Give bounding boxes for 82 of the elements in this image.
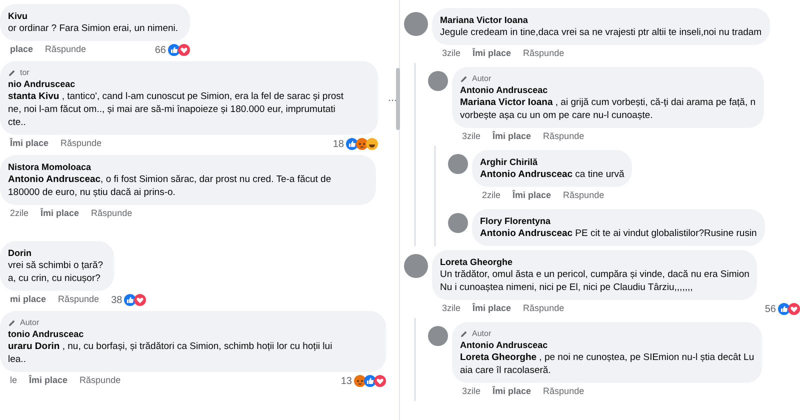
comment-text: lea..: [8, 353, 26, 366]
reaction-count[interactable]: 66: [154, 42, 166, 58]
like-button[interactable]: Îmi place: [492, 385, 532, 399]
comment-text: uraru Dorin , nu, cu borfași, și trădători ca Simion, schimb hoții lor cu hoții lui: [8, 340, 332, 353]
pencil-icon: [460, 330, 468, 338]
pencil-icon: [460, 74, 468, 82]
heart-reaction-icon: [178, 44, 190, 56]
comment-text: vorbește așa cu un om pe care nu-l cunoaște.: [460, 109, 653, 122]
commenter-name[interactable]: Antonio Andrusceac: [460, 84, 756, 96]
author-label: Autor: [20, 317, 40, 328]
reply-button[interactable]: Răspunde: [543, 130, 584, 144]
pencil-icon: [8, 318, 16, 326]
comment-time[interactable]: le: [10, 374, 18, 388]
reply-button[interactable]: Răspunde: [523, 302, 564, 316]
heart-reaction-icon: [134, 294, 146, 306]
reaction-count[interactable]: 18: [332, 136, 344, 152]
comment-time[interactable]: 3zile: [462, 130, 481, 144]
reply-button[interactable]: Răspunde: [91, 207, 132, 221]
commenter-name[interactable]: Dorin: [8, 247, 106, 259]
like-button[interactable]: Îmi place: [472, 302, 512, 316]
like-button[interactable]: Îmi place: [40, 207, 80, 221]
avatar[interactable]: [428, 326, 448, 346]
like-button[interactable]: Îmi place: [512, 189, 552, 203]
like-button[interactable]: Îmi place: [492, 130, 532, 144]
reply-button[interactable]: Răspunde: [45, 43, 86, 57]
laughing-reaction-icon: [366, 138, 378, 150]
like-button[interactable]: Îmi place: [10, 137, 49, 151]
author-label: Autor: [472, 328, 492, 339]
reply-button[interactable]: Răspunde: [58, 293, 100, 307]
avatar[interactable]: [404, 12, 428, 36]
comment-time[interactable]: 2zile: [10, 207, 29, 221]
comment-text: Jegule credeam in tine,daca vrei sa ne vrajesti ptr altii te inseli,noi nu tradam: [440, 26, 762, 39]
comment-time[interactable]: 2zile: [482, 189, 501, 203]
more-options[interactable]: ...: [388, 90, 398, 106]
avatar[interactable]: [428, 71, 448, 91]
like-button[interactable]: mi place: [10, 293, 46, 307]
reply-button[interactable]: Răspunde: [60, 137, 102, 151]
reaction-count[interactable]: 56: [764, 302, 776, 316]
comment-text: 180000 de euro, nu știu dacă ai prins-o.: [8, 186, 176, 199]
comment-text: vrei să schimbi o țară?: [8, 259, 104, 272]
comment-text: ne, noi l-am făcut om.., și mai are să-mi înapoieze și 180.000 eur, imprumutati: [8, 103, 336, 116]
commenter-name[interactable]: nio Andrusceac: [8, 78, 370, 90]
like-button[interactable]: Îmi place: [29, 374, 68, 388]
comment-text: Antonio Andrusceac ca tine urvă: [480, 168, 624, 181]
avatar[interactable]: [448, 154, 468, 174]
comment-text: a, cu crin, cu nicușor?: [8, 272, 100, 285]
commenter-name[interactable]: Arghir Chirilă: [480, 156, 624, 168]
like-button[interactable]: Îmi place: [472, 47, 512, 61]
comment-text: or ordinar ? Fara Simion erai, un nimeni.: [8, 22, 178, 35]
pencil-icon: [8, 68, 16, 76]
comment-text: Antonio Andrusceac PE cit te ai vindut globalistilor?Rusine rusin: [480, 227, 757, 240]
avatar[interactable]: [448, 213, 468, 233]
comment-text: Un trădător, omul ăsta e un pericol, cumpăra și vinde, dacă nu era Simion: [440, 268, 750, 281]
comment-text: Antonio Andrusceac, o fi fost Simion sărac, dar prost nu cred. Te-a făcut de: [8, 173, 332, 186]
author-label: Autor: [472, 73, 492, 84]
avatar[interactable]: [404, 254, 428, 278]
reaction-count[interactable]: 13: [340, 374, 352, 388]
like-button[interactable]: place: [10, 43, 34, 57]
author-label: tor: [20, 67, 30, 78]
commenter-name[interactable]: Loreta Gheorghe: [440, 256, 750, 268]
heart-reaction-icon: [374, 375, 386, 387]
reply-button[interactable]: Răspunde: [543, 385, 584, 399]
reply-button[interactable]: Răspunde: [563, 189, 604, 203]
reply-button[interactable]: Răspunde: [523, 47, 564, 61]
scrollbar-thumb[interactable]: [396, 68, 400, 130]
comment-time[interactable]: 3zile: [442, 302, 461, 316]
comment-text: Mariana Victor Ioana , ai grijă cum vorbești, că-ți dai arama pe față, n: [460, 96, 756, 109]
comment-time[interactable]: 3zile: [442, 47, 461, 61]
comment-text: aia care îl racolaseră.: [460, 364, 551, 377]
comment-text: Nu i cunoaștea nimeni, nici pe El, nici pe Claudiu Târziu,,,,,,,: [440, 281, 693, 294]
reply-button[interactable]: Răspunde: [80, 374, 121, 388]
commenter-name[interactable]: tonio Andrusceac: [8, 328, 378, 340]
comment-text: stanta Kivu , tantico', cand l-am cunoscut pe Simion, era la fel de sarac și prost: [8, 90, 344, 103]
commenter-name[interactable]: Nistora Momoloaca: [8, 161, 368, 173]
comment-text: cte..: [8, 116, 26, 129]
commenter-name[interactable]: Flory Florentyna: [480, 215, 757, 227]
reaction-count[interactable]: 38: [111, 292, 122, 308]
comment-text: Loreta Gheorghe , pe noi ne cunoștea, pe SIEmion nu-l știa decât Lu: [460, 351, 754, 364]
commenter-name[interactable]: Antonio Andrusceac: [460, 339, 754, 351]
commenter-name[interactable]: Kivu: [8, 10, 182, 22]
comment-time[interactable]: 3zile: [462, 385, 481, 399]
commenter-name[interactable]: Mariana Victor Ioana: [440, 14, 762, 26]
